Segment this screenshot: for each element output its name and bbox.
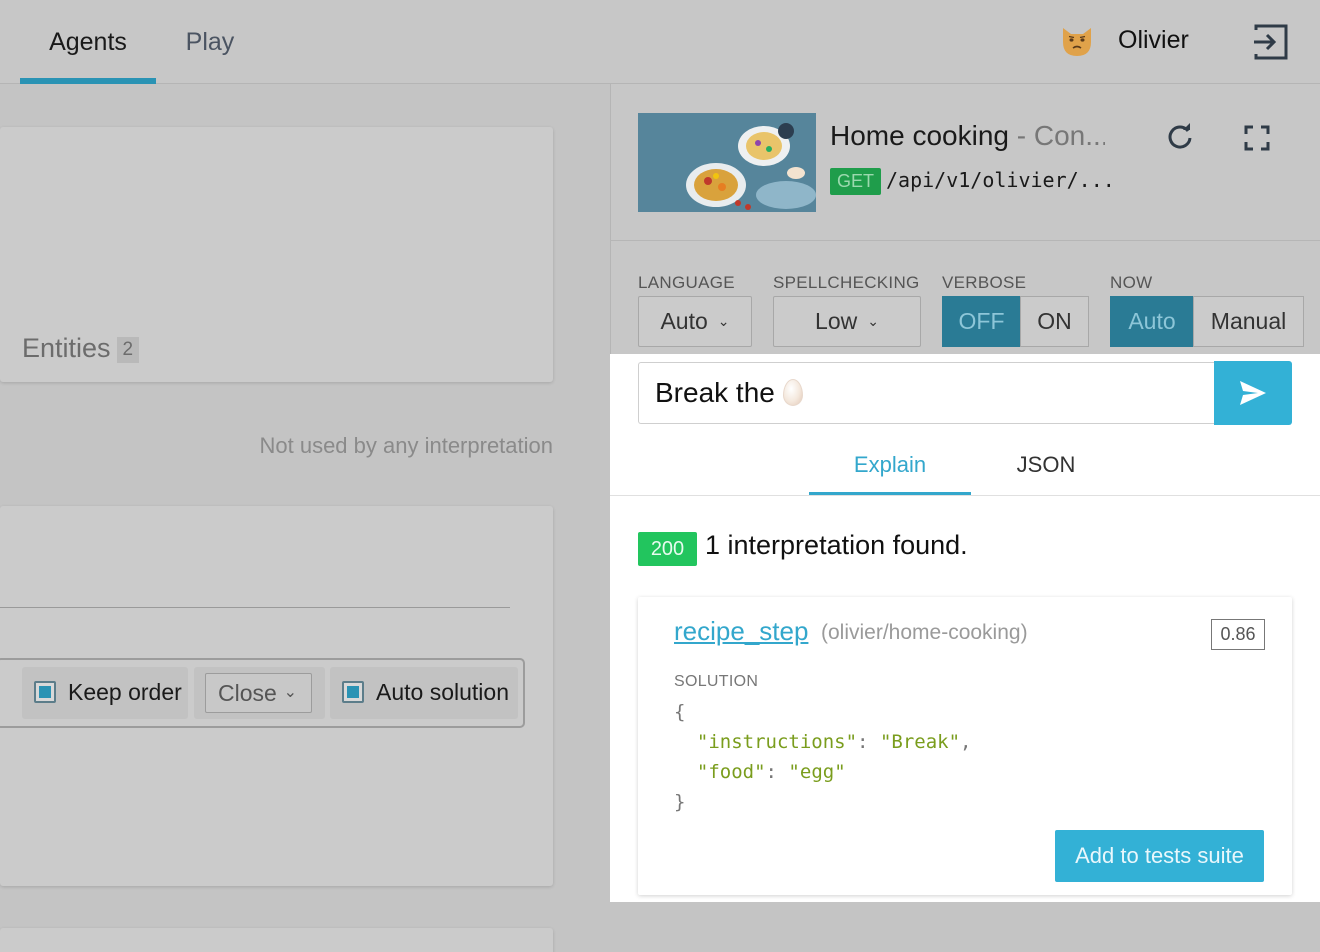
top-nav-bar: Agents Play Olivier xyxy=(0,0,1320,84)
entities-count-badge: 2 xyxy=(116,336,140,363)
send-icon xyxy=(1240,381,1266,405)
bottom-card xyxy=(0,928,553,952)
solution-instructions-value: "Break" xyxy=(879,731,961,753)
auto-solution-checkbox[interactable] xyxy=(342,681,364,703)
verbose-label: VERBOSE xyxy=(942,273,1027,292)
now-manual-button[interactable]: Manual xyxy=(1193,296,1304,347)
verbose-on-button[interactable]: ON xyxy=(1020,296,1089,347)
status-text: 1 interpretation found. xyxy=(705,530,968,560)
divider xyxy=(610,240,1320,241)
auto-solution-label: Auto solution xyxy=(376,679,509,705)
keep-order-option[interactable]: Keep order xyxy=(22,667,188,719)
now-auto-button[interactable]: Auto xyxy=(1110,296,1194,347)
query-text: Break the xyxy=(655,377,775,408)
cat-emoji-icon xyxy=(1063,28,1091,56)
entities-heading: Entities 2 xyxy=(22,333,140,364)
solution-label: SOLUTION xyxy=(674,673,759,690)
intent-namespace: (olivier/home-cooking) xyxy=(821,621,1028,644)
now-label: NOW xyxy=(1110,273,1153,292)
chevron-down-icon: ⌄ xyxy=(283,684,297,701)
http-method-badge: GET xyxy=(830,168,882,195)
language-label: LANGUAGE xyxy=(638,273,735,292)
keep-order-checkbox[interactable] xyxy=(34,681,56,703)
refresh-icon[interactable] xyxy=(1164,122,1196,154)
egg-emoji-icon xyxy=(782,379,803,406)
agent-subtitle: - Con... xyxy=(1008,120,1105,151)
send-button[interactable] xyxy=(1214,361,1292,425)
agent-thumbnail-image xyxy=(638,113,816,212)
tab-play[interactable]: Play xyxy=(162,0,258,84)
tab-json[interactable]: JSON xyxy=(971,437,1121,495)
keep-order-label: Keep order xyxy=(68,679,182,705)
fullscreen-icon[interactable] xyxy=(1244,125,1270,151)
chevron-down-icon: ⌄ xyxy=(717,313,730,329)
close-select-value: Close xyxy=(218,680,277,706)
language-value: Auto xyxy=(660,308,708,334)
verbose-off-button[interactable]: OFF xyxy=(942,296,1021,347)
close-option: Close ⌄ xyxy=(194,667,325,719)
add-to-tests-suite-button[interactable]: Add to tests suite xyxy=(1055,830,1264,882)
spellchecking-select[interactable]: Low ⌄ xyxy=(773,296,921,347)
not-used-text: Not used by any interpretation xyxy=(259,433,553,458)
agent-title-text: Home cooking xyxy=(830,120,1009,151)
tab-agents[interactable]: Agents xyxy=(20,0,156,84)
divider xyxy=(0,607,510,608)
chevron-down-icon: ⌄ xyxy=(867,313,879,329)
api-endpoint[interactable]: /api/v1/olivier/... xyxy=(886,168,1115,192)
score-badge: 0.86 xyxy=(1211,619,1265,650)
intent-link[interactable]: recipe_step xyxy=(674,616,808,647)
status-code-badge: 200 xyxy=(638,532,697,566)
auto-solution-option[interactable]: Auto solution xyxy=(330,667,518,719)
agent-title: Home cooking - Con... xyxy=(830,120,1105,152)
close-select[interactable]: Close ⌄ xyxy=(205,673,312,713)
language-select[interactable]: Auto ⌄ xyxy=(638,296,752,347)
solution-food-value: "egg" xyxy=(788,761,846,783)
user-name[interactable]: Olivier xyxy=(1118,26,1189,55)
entities-label: Entities xyxy=(22,333,111,363)
tab-explain[interactable]: Explain xyxy=(809,437,971,495)
logout-icon[interactable] xyxy=(1250,22,1290,62)
spellchecking-label: SPELLCHECKING xyxy=(773,273,920,292)
solution-json: { "instructions": "Break", "food": "egg"… xyxy=(674,701,972,813)
query-input[interactable]: Break the xyxy=(638,362,1216,424)
spellchecking-value: Low xyxy=(815,308,858,334)
divider xyxy=(610,495,1320,496)
